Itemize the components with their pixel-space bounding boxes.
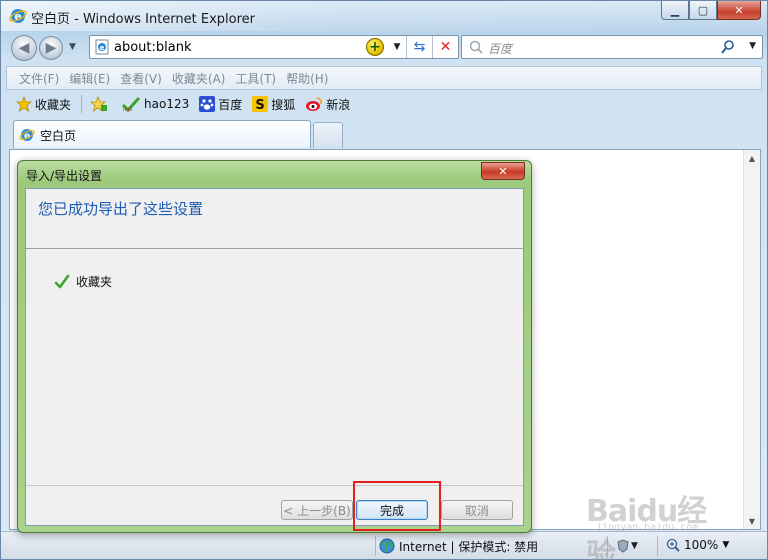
- forward-arrow-icon: ▶: [45, 40, 57, 56]
- menu-tools[interactable]: 工具(T): [235, 70, 276, 87]
- favorites-separator: [81, 95, 83, 113]
- ie-page-icon: e: [19, 129, 35, 142]
- dialog-heading: 您已成功导出了这些设置: [38, 200, 204, 218]
- refresh-button[interactable]: ⇆: [406, 36, 432, 58]
- exported-item-row: 收藏夹: [54, 273, 112, 290]
- menu-view[interactable]: 查看(V): [120, 70, 162, 87]
- window-controls: ▁ ▢ ✕: [661, 1, 761, 21]
- dialog-header: 您已成功导出了这些设置: [26, 189, 523, 249]
- star-icon: [16, 96, 32, 112]
- search-options-dropdown[interactable]: ▼: [749, 41, 756, 51]
- new-tab-button[interactable]: [313, 122, 343, 148]
- vertical-scrollbar[interactable]: ▲ ▼: [743, 150, 760, 529]
- refresh-icon: ⇆: [413, 39, 426, 55]
- tab-strip: e 空白页: [13, 120, 763, 148]
- search-input[interactable]: 百度: [488, 40, 512, 57]
- search-icon[interactable]: [720, 39, 736, 55]
- menu-edit[interactable]: 编辑(E): [69, 70, 110, 87]
- address-input[interactable]: about:blank: [114, 40, 192, 55]
- ie-logo-icon: e: [9, 9, 27, 23]
- menu-file[interactable]: 文件(F): [19, 70, 59, 87]
- checkmark-icon: [54, 274, 70, 288]
- security-zone[interactable]: Internet | 保护模式: 禁用: [379, 536, 538, 556]
- scroll-up-icon[interactable]: ▲: [744, 150, 760, 166]
- maximize-button[interactable]: ▢: [689, 1, 717, 20]
- scroll-down-icon[interactable]: ▼: [744, 513, 760, 529]
- dialog-body: 您已成功导出了这些设置 收藏夹 < 上一步(B) 完成 取消: [25, 188, 524, 526]
- page-icon: e: [95, 39, 109, 55]
- window-title: 空白页 - Windows Internet Explorer: [31, 12, 255, 27]
- plus-icon: +: [369, 39, 381, 55]
- svg-text:S: S: [256, 98, 265, 112]
- favorite-link-label: 新浪: [326, 97, 351, 112]
- tab-label: 空白页: [40, 129, 77, 143]
- menu-bar: 文件(F) 编辑(E) 查看(V) 收藏夹(A) 工具(T) 帮助(H): [6, 66, 762, 90]
- search-box[interactable]: 百度 ▼: [461, 35, 763, 59]
- exported-item-label: 收藏夹: [76, 275, 113, 289]
- add-to-favorites-bar-button[interactable]: [90, 96, 111, 112]
- favorites-bar: 收藏夹 hao hao123 百度 S 搜狐 新浪: [6, 91, 762, 117]
- close-icon: ✕: [498, 164, 508, 178]
- title-bar: e 空白页 - Windows Internet Explorer ▁ ▢ ✕: [1, 1, 767, 31]
- back-button[interactable]: ◀: [11, 35, 37, 61]
- globe-icon: [379, 538, 395, 554]
- cancel-button[interactable]: 取消: [441, 500, 513, 520]
- import-export-dialog: 导入/导出设置 ✕ 您已成功导出了这些设置 收藏夹 < 上一步(B) 完成 取消: [17, 160, 532, 533]
- favorite-link-hao123[interactable]: hao hao123: [121, 96, 189, 112]
- security-zone-label: Internet | 保护模式: 禁用: [399, 539, 539, 554]
- baidu-jingyan-watermark: Baidu经验 jingyan.baidu.com: [586, 476, 726, 560]
- baidu-paw-icon: [199, 96, 216, 112]
- status-separator: [375, 536, 376, 556]
- favorite-link-sina[interactable]: 新浪: [305, 96, 350, 113]
- svg-text:hao: hao: [123, 107, 132, 112]
- dialog-close-button[interactable]: ✕: [481, 162, 525, 180]
- sohu-icon: S: [252, 96, 269, 112]
- star-add-icon: [90, 96, 108, 112]
- stop-icon: ✕: [439, 39, 452, 55]
- search-provider-icon: [469, 40, 483, 54]
- favorite-link-sohu[interactable]: S 搜狐: [252, 96, 295, 113]
- minimize-button[interactable]: ▁: [661, 1, 689, 20]
- favorite-link-label: 搜狐: [271, 97, 296, 112]
- highlight-box: [353, 481, 441, 531]
- favorite-link-label: 百度: [218, 97, 243, 112]
- add-favorite-button[interactable]: +: [366, 38, 384, 56]
- svg-text:e: e: [100, 44, 105, 52]
- stop-button[interactable]: ✕: [432, 36, 458, 58]
- tab-blank-page[interactable]: e 空白页: [13, 120, 311, 148]
- close-icon: ✕: [734, 3, 744, 17]
- address-dropdown[interactable]: ▼: [388, 36, 406, 58]
- chevron-down-icon: ▼: [393, 42, 401, 52]
- favorites-label: 收藏夹: [35, 97, 72, 112]
- recent-pages-dropdown[interactable]: ▼: [69, 42, 76, 52]
- navigation-bar: ◀ ▶ ▼ e about:blank + ▼ ⇆ ✕ 百度 ▼: [1, 31, 767, 63]
- favorite-link-label: hao123: [144, 97, 190, 111]
- previous-button[interactable]: < 上一步(B): [281, 500, 353, 520]
- address-bar[interactable]: e about:blank + ▼ ⇆ ✕: [89, 35, 459, 59]
- close-button[interactable]: ✕: [717, 1, 761, 20]
- watermark-url: jingyan.baidu.com: [596, 522, 699, 533]
- dialog-title: 导入/导出设置: [26, 169, 103, 183]
- maximize-icon: ▢: [697, 3, 709, 17]
- minimize-icon: ▁: [670, 3, 680, 17]
- favorites-button[interactable]: 收藏夹: [16, 96, 71, 113]
- menu-favorites[interactable]: 收藏夹(A): [172, 70, 226, 87]
- favorite-link-baidu[interactable]: 百度: [199, 96, 242, 113]
- dialog-footer: < 上一步(B) 完成 取消: [26, 485, 523, 525]
- menu-help[interactable]: 帮助(H): [286, 70, 328, 87]
- hao123-icon: hao: [121, 96, 141, 112]
- back-arrow-icon: ◀: [18, 40, 30, 56]
- forward-button[interactable]: ▶: [39, 36, 63, 60]
- weibo-eye-icon: [306, 97, 323, 111]
